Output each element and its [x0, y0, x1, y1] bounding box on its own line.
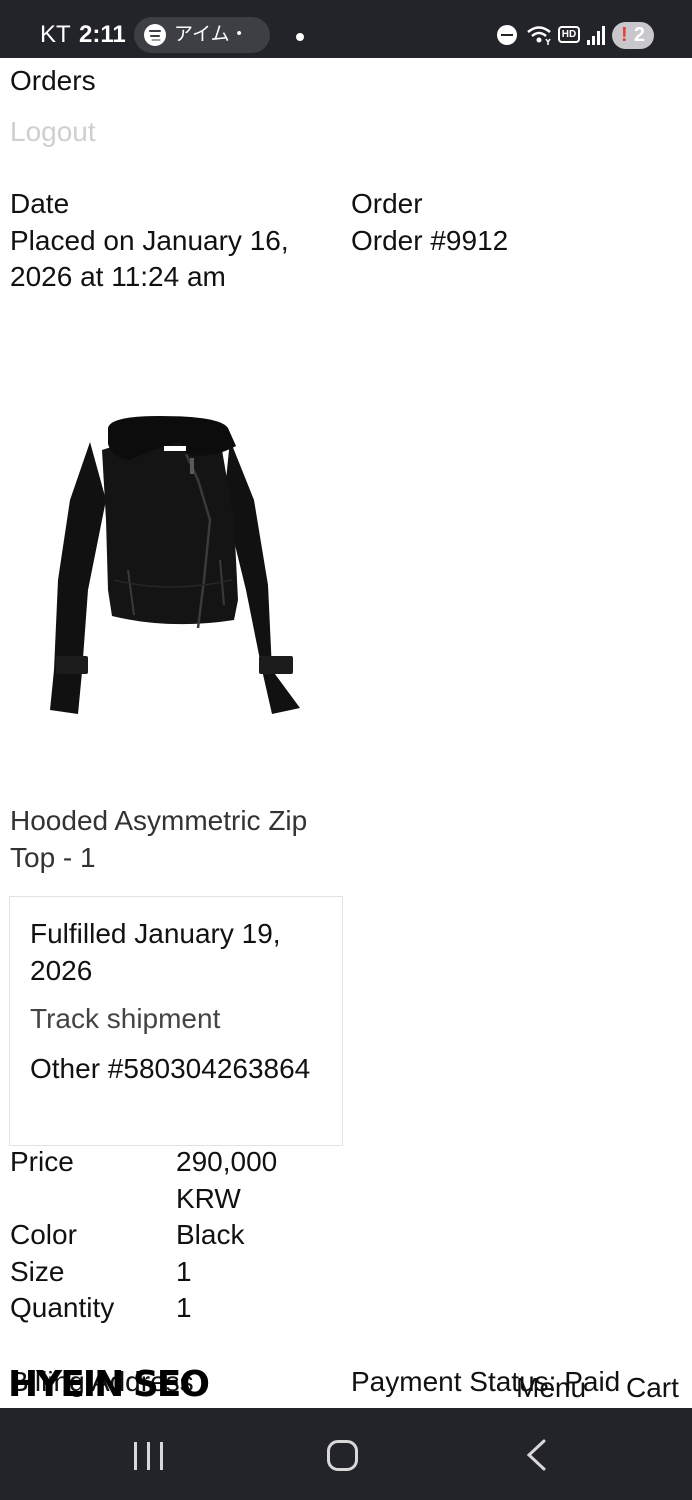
signal-icon — [587, 26, 605, 45]
product-image[interactable] — [10, 380, 340, 752]
wifi-icon — [527, 26, 551, 45]
home-icon[interactable] — [327, 1440, 358, 1471]
fulfillment-status: Fulfilled January 19, 2026 — [30, 918, 281, 986]
color-value: Black — [176, 1219, 245, 1250]
carrier-label: KT — [40, 21, 71, 48]
order-heading: Order — [351, 188, 423, 219]
order-number-block: Order Order #9912 — [351, 186, 671, 259]
hd-voice-icon: HD — [558, 26, 580, 43]
notification-dot — [296, 33, 304, 41]
product-title[interactable]: Hooded Asymmetric Zip Top - 1 — [10, 803, 350, 876]
date-value: Placed on January 16, 2026 at 11:24 am — [10, 224, 289, 293]
quantity-value: 1 — [176, 1292, 192, 1323]
back-icon[interactable] — [522, 1438, 552, 1472]
date-heading: Date — [10, 188, 70, 219]
menu-button[interactable]: Menu — [516, 1370, 586, 1407]
do-not-disturb-icon — [497, 25, 517, 45]
quantity-label: Quantity — [10, 1292, 115, 1323]
price-value: 290,000 KRW — [176, 1146, 278, 1214]
cart-button[interactable]: Cart — [626, 1370, 679, 1407]
size-label: Size — [10, 1256, 65, 1287]
notification-count-badge: ! 2 — [612, 22, 654, 49]
system-nav-bar — [0, 1408, 692, 1500]
brand-logo[interactable]: HYEIN SEO — [8, 1365, 210, 1405]
price-label: Price — [10, 1146, 74, 1177]
spotify-icon — [144, 24, 166, 46]
sticky-footer: Billing Address Payment Status: Paid HYE… — [0, 1340, 692, 1408]
order-date-block: Date Placed on January 16, 2026 at 11:24… — [10, 186, 320, 296]
clock-time: 2:11 — [79, 21, 126, 48]
track-shipment-link[interactable]: Track shipment — [30, 1001, 220, 1038]
color-label: Color — [10, 1219, 77, 1250]
media-pill[interactable]: アイム・ — [134, 17, 270, 53]
size-value: 1 — [176, 1256, 192, 1287]
recents-icon[interactable] — [134, 1442, 166, 1470]
orders-link[interactable]: Orders — [10, 63, 96, 100]
tracking-number: Other #580304263864 — [30, 1053, 311, 1084]
alert-mark: ! — [621, 24, 628, 46]
status-bar: KT 2:11 アイム・ HD ! 2 — [0, 0, 692, 58]
media-app-label: アイム・ — [174, 24, 249, 45]
logout-link[interactable]: Logout — [10, 114, 96, 151]
notification-count: 2 — [633, 24, 645, 46]
order-number: Order #9912 — [351, 224, 509, 256]
fulfillment-card: Fulfilled January 19, 2026 Track shipmen… — [9, 896, 343, 1146]
